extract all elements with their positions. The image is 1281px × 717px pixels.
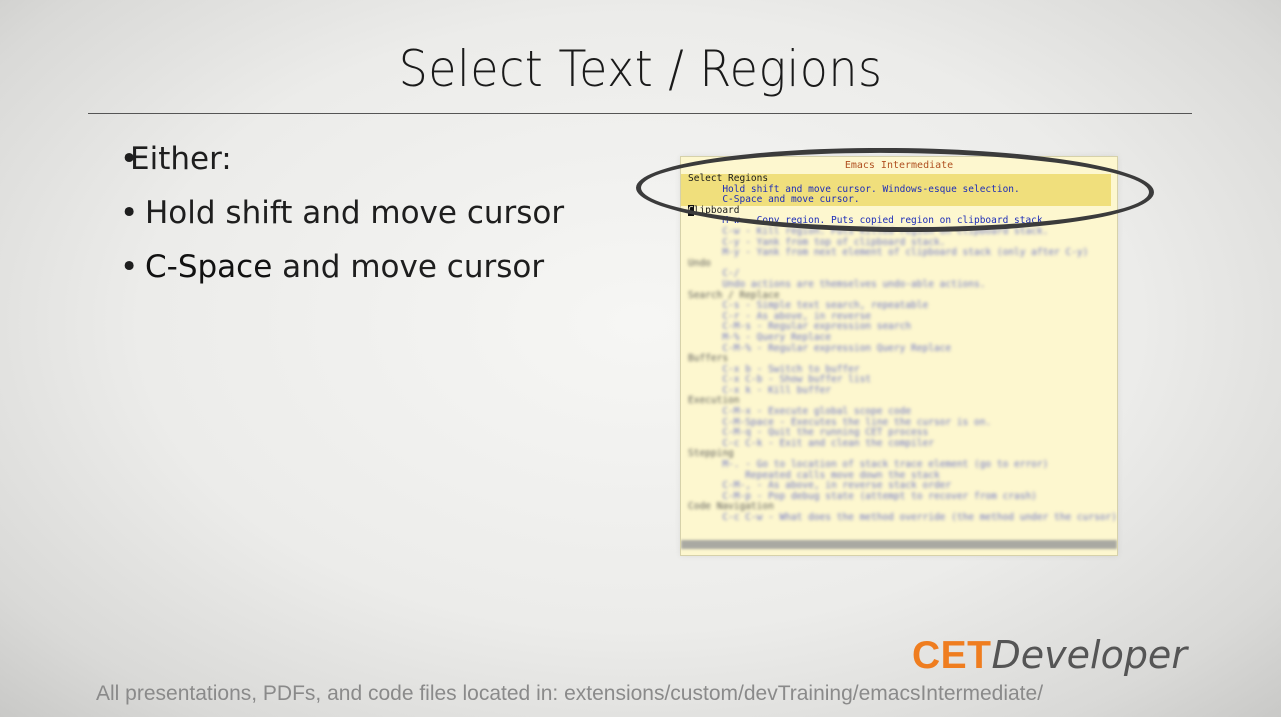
title-divider [88, 113, 1192, 114]
footer-note: All presentations, PDFs, and code files … [96, 682, 1044, 705]
bullet-list: • Either: • Hold shift and move cursor •… [120, 136, 620, 298]
bullet-text: Hold shift and move cursor [145, 195, 565, 231]
emacs-line: C-c C-k - Exit and clean the compiler [688, 437, 934, 449]
bullet-item: • Hold shift and move cursor [120, 190, 620, 244]
bullet-text-rest: and move cursor [272, 249, 545, 285]
emacs-line: Undo actions are themselves undo-able ac… [688, 278, 986, 290]
emacs-line: C-x k - Kill buffer [688, 384, 831, 396]
logo-developer: Developer [991, 633, 1187, 677]
keybinding-text: C-Space [145, 249, 273, 285]
bullet-item: • C-Space and move cursor [120, 244, 620, 298]
bullet-text: C-Space and move cursor [145, 244, 544, 290]
bullet-item: • Either: [120, 136, 620, 190]
bullet-text: Either: [130, 141, 232, 177]
emacs-heading: Undo [688, 257, 711, 269]
bullet-marker: • [120, 249, 139, 285]
emacs-blurred-lines: C-w - Kill region. Puts killed region on… [688, 226, 1117, 524]
emacs-line: M-y - Yank from next element of clipboar… [688, 247, 1089, 259]
emacs-mode-line [681, 540, 1117, 549]
emacs-line: C-M-% - Regular expression Query Replace [688, 342, 952, 354]
logo-cet: CET [912, 634, 992, 677]
bullet-marker: • [120, 195, 139, 231]
cet-developer-logo: CETDeveloper [912, 633, 1187, 678]
slide-title: Select Text / Regions [398, 40, 883, 98]
emacs-line: C-c C-w - What does the method override … [688, 512, 1117, 523]
emacs-line: M-% - Query Replace [688, 331, 831, 343]
